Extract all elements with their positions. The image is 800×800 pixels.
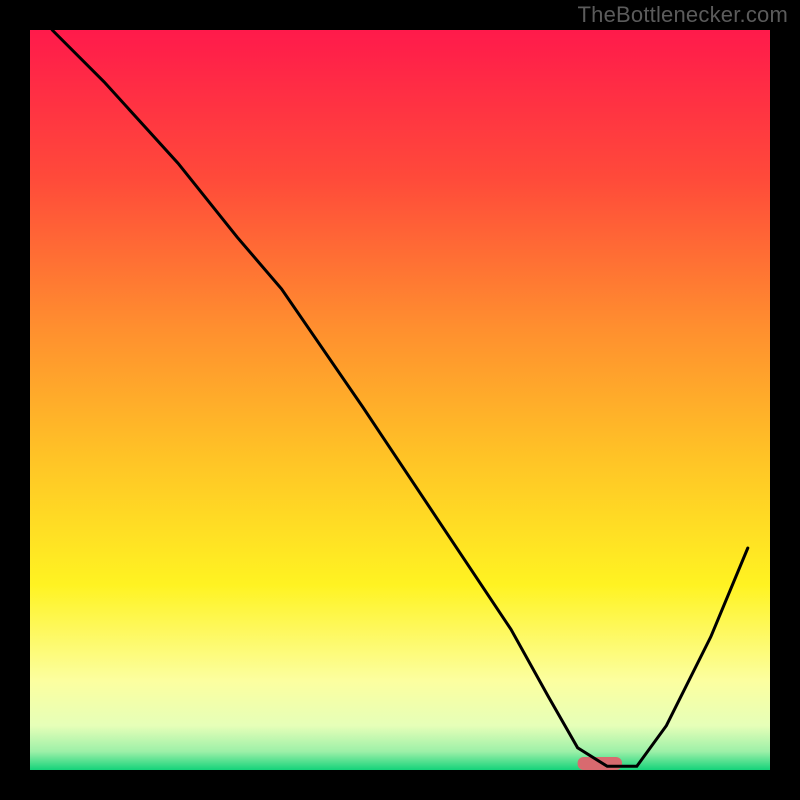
bottleneck-chart	[0, 0, 800, 800]
optimal-zone-marker	[578, 757, 622, 770]
frame	[770, 0, 800, 800]
attribution-text: TheBottlenecker.com	[578, 2, 788, 28]
frame	[0, 770, 800, 800]
plot-background	[30, 30, 770, 770]
frame	[0, 0, 30, 800]
chart-stage: { "attribution": "TheBottlenecker.com", …	[0, 0, 800, 800]
